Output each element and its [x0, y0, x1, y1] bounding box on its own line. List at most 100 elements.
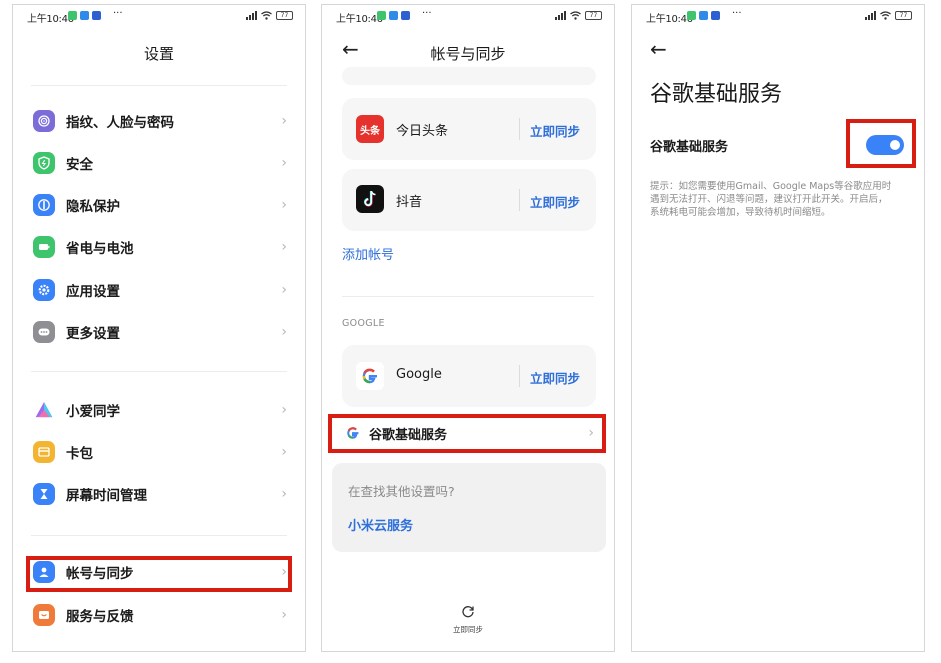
account-card-partial: [342, 67, 596, 85]
chevron-right-icon: ›: [281, 444, 287, 460]
status-bar: 上午10:46 ··· 77: [13, 5, 305, 27]
divider: [519, 118, 520, 140]
divider: [342, 296, 594, 297]
status-time: 上午10:46: [27, 14, 74, 25]
add-account-link[interactable]: 添加帐号: [342, 244, 394, 263]
page-title: 设置: [143, 45, 174, 63]
privacy-icon: [33, 194, 55, 216]
settings-item-security[interactable]: 安全 ›: [13, 142, 305, 184]
divider: [31, 85, 287, 86]
status-time: 上午10:46: [336, 14, 383, 25]
settings-item-label: 省电与电池: [66, 241, 134, 257]
account-name: Google: [396, 367, 442, 382]
highlight-box: [26, 556, 292, 592]
settings-screen: 上午10:46 ··· 77 设置 指纹、人脸与密码 › 安全 › 隐私保护 ›…: [12, 4, 306, 652]
more-notifications: ···: [113, 8, 123, 19]
settings-item-app-settings[interactable]: 应用设置 ›: [13, 269, 305, 311]
toutiao-logo-icon: 头条: [356, 115, 384, 143]
highlight-box: [846, 119, 916, 168]
settings-item-label: 更多设置: [66, 326, 120, 342]
plane-notification-icon: [389, 11, 398, 20]
chevron-right-icon: ›: [281, 607, 287, 623]
divider: [519, 365, 520, 387]
signal-icon: [865, 11, 876, 20]
page-title: 帐号与同步: [430, 45, 506, 63]
douyin-logo-icon: [356, 185, 384, 213]
settings-item-label: 屏幕时间管理: [66, 488, 147, 504]
hourglass-icon: [33, 483, 55, 505]
account-card-google[interactable]: Google 立即同步: [342, 345, 596, 407]
plane-notification-icon: [80, 11, 89, 20]
sync-refresh-icon: [462, 606, 474, 618]
battery-icon: 77: [276, 11, 293, 20]
google-basic-services-screen: 上午10:46 ··· 77 ← 谷歌基础服务 谷歌基础服务 提示：如您需要使用…: [631, 4, 925, 652]
feedback-icon: [33, 604, 55, 626]
settings-item-card-wallet[interactable]: 卡包 ›: [13, 431, 305, 473]
account-card-toutiao[interactable]: 头条 今日头条 立即同步: [342, 98, 596, 160]
settings-item-label: 卡包: [66, 446, 93, 462]
status-time: 上午10:46: [646, 14, 693, 25]
back-arrow-icon[interactable]: ←: [650, 39, 667, 59]
settings-item-fingerprint[interactable]: 指纹、人脸与密码 ›: [13, 100, 305, 142]
settings-item-screen-time[interactable]: 屏幕时间管理 ›: [13, 473, 305, 515]
settings-item-privacy[interactable]: 隐私保护 ›: [13, 184, 305, 226]
chevron-right-icon: ›: [281, 155, 287, 171]
xiaoai-assistant-icon: [33, 399, 55, 421]
wifi-icon: [570, 11, 581, 20]
chevron-right-icon: ›: [281, 239, 287, 255]
settings-item-service-feedback[interactable]: 服务与反馈 ›: [13, 594, 305, 636]
section-header-google: GOOGLE: [342, 318, 385, 329]
status-bar: 上午10:46 ··· 77: [632, 5, 924, 27]
battery-saver-icon: [33, 236, 55, 258]
sync-now-button[interactable]: 立即同步: [530, 121, 580, 140]
more-notifications: ···: [422, 8, 432, 19]
divider: [31, 535, 287, 536]
sync-now-label: 立即同步: [453, 625, 483, 634]
plane-notification-icon: [699, 11, 708, 20]
settings-item-xiaoai[interactable]: 小爱同学 ›: [13, 389, 305, 431]
settings-item-label: 隐私保护: [66, 199, 120, 215]
mi-cloud-link[interactable]: 小米云服务: [348, 515, 413, 534]
shield-notification-icon: [401, 11, 410, 20]
more-settings-icon: [33, 321, 55, 343]
wifi-icon: [261, 11, 272, 20]
account-name: 抖音: [396, 195, 423, 210]
account-sync-screen: 上午10:46 ··· 77 ← 帐号与同步 头条 今日头条 立即同步 抖音 立…: [321, 4, 615, 652]
more-notifications: ···: [732, 8, 742, 19]
settings-item-label: 应用设置: [66, 284, 120, 300]
settings-item-more[interactable]: 更多设置 ›: [13, 311, 305, 353]
chevron-right-icon: ›: [281, 113, 287, 129]
bottom-sync-now-button[interactable]: 立即同步: [322, 603, 614, 635]
app-notification-icon: [68, 11, 77, 20]
app-notification-icon: [687, 11, 696, 20]
shield-notification-icon: [92, 11, 101, 20]
chevron-right-icon: ›: [281, 402, 287, 418]
settings-item-label: 安全: [66, 157, 93, 173]
other-settings-card: 在查找其他设置吗? 小米云服务: [332, 463, 606, 552]
app-settings-gear-icon: [33, 279, 55, 301]
settings-item-label: 小爱同学: [66, 404, 120, 420]
other-settings-question: 在查找其他设置吗?: [348, 484, 455, 499]
account-name: 今日头条: [396, 124, 449, 139]
settings-item-battery[interactable]: 省电与电池 ›: [13, 226, 305, 268]
status-bar: 上午10:46 ··· 77: [322, 5, 614, 27]
chevron-right-icon: ›: [281, 282, 287, 298]
signal-icon: [246, 11, 257, 20]
page-title: 谷歌基础服务: [650, 82, 783, 107]
fingerprint-icon: [33, 110, 55, 132]
settings-item-label: 指纹、人脸与密码: [66, 115, 174, 131]
divider: [31, 371, 287, 372]
chevron-right-icon: ›: [281, 486, 287, 502]
google-basic-services-setting-label: 谷歌基础服务: [650, 140, 729, 155]
divider: [519, 189, 520, 211]
signal-icon: [555, 11, 566, 20]
battery-icon: 77: [895, 11, 912, 20]
shield-notification-icon: [711, 11, 720, 20]
settings-item-label: 服务与反馈: [66, 609, 134, 625]
battery-icon: 77: [585, 11, 602, 20]
account-card-douyin[interactable]: 抖音 立即同步: [342, 169, 596, 231]
sync-now-button[interactable]: 立即同步: [530, 368, 580, 387]
tip-text: 提示：如您需要使用Gmail、Google Maps等谷歌应用时遇到无法打开、闪…: [650, 181, 892, 218]
sync-now-button[interactable]: 立即同步: [530, 192, 580, 211]
highlight-box: [328, 414, 606, 453]
